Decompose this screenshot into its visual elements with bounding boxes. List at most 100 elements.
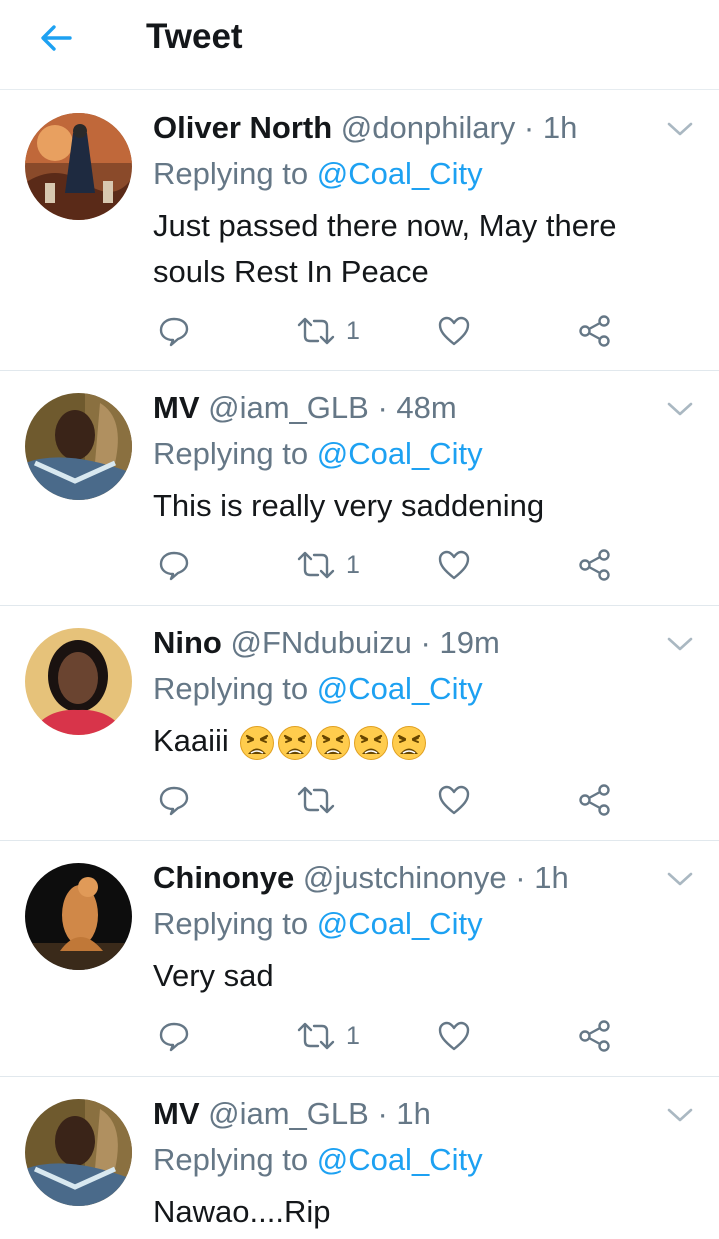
separator-dot: ·: [523, 110, 535, 145]
share-icon: [579, 784, 610, 816]
retweet-button[interactable]: 1: [296, 1016, 360, 1056]
tweet-text: Kaaiii: [153, 718, 693, 764]
mention-link[interactable]: @Coal_City: [317, 436, 483, 471]
display-name[interactable]: MV: [153, 390, 200, 425]
share-button[interactable]: [578, 780, 612, 820]
replying-to-label: Replying to: [153, 156, 309, 191]
weary-face-icon: [278, 725, 313, 760]
retweet-icon: [297, 317, 335, 345]
reply-button[interactable]: [158, 1016, 190, 1056]
reply-icon: [159, 551, 189, 581]
retweet-icon: [297, 551, 335, 579]
like-button[interactable]: [438, 1016, 470, 1056]
reply-icon: [159, 1022, 189, 1052]
separator-dot: ·: [377, 390, 388, 425]
avatar[interactable]: [25, 628, 132, 735]
separator-dot: ·: [515, 860, 526, 895]
share-icon: [579, 1020, 610, 1052]
heart-icon: [438, 316, 470, 346]
avatar[interactable]: [25, 113, 132, 220]
weary-face-icon: [240, 725, 275, 760]
display-name[interactable]: Oliver North: [153, 110, 332, 145]
tweet-text: Just passed there now, May there souls R…: [153, 208, 617, 289]
tweet-text: This is really very saddening: [153, 488, 545, 523]
separator-dot: ·: [420, 625, 431, 660]
share-button[interactable]: [578, 1016, 612, 1056]
replying-to-label: Replying to: [153, 1142, 309, 1177]
avatar[interactable]: [25, 1099, 132, 1206]
page-title: Tweet: [146, 17, 243, 56]
mention-link[interactable]: @Coal_City: [317, 671, 483, 706]
reply-icon: [159, 786, 189, 816]
reply-tweet[interactable]: Oliver North @donphilary · 1h Replying t…: [0, 91, 719, 371]
chevron-down-icon[interactable]: [664, 117, 696, 141]
reply-tweet[interactable]: MV @iam_GLB · 1h Replying to @Coal_City …: [0, 1077, 719, 1239]
timestamp[interactable]: 1h: [543, 110, 577, 145]
tweet-actions: 1: [0, 1016, 719, 1056]
chevron-down-icon[interactable]: [664, 867, 696, 891]
reply-tweet[interactable]: Chinonye @justchinonye · 1h Replying to …: [0, 841, 719, 1077]
chevron-down-icon[interactable]: [664, 1103, 696, 1127]
replying-to: Replying to @Coal_City: [153, 1142, 483, 1178]
chevron-down-icon[interactable]: [664, 632, 696, 656]
timestamp[interactable]: 1h: [396, 1096, 430, 1131]
emoji-row: [229, 723, 428, 760]
mention-link[interactable]: @Coal_City: [317, 906, 483, 941]
user-handle[interactable]: @iam_GLB: [208, 390, 369, 425]
reply-tweet[interactable]: MV @iam_GLB · 48m Replying to @Coal_City…: [0, 371, 719, 606]
tweet-text: Nawao....Rip: [153, 1194, 331, 1229]
timestamp[interactable]: 19m: [439, 625, 499, 660]
tweet-actions: 1: [0, 311, 719, 351]
weary-face-icon: [354, 725, 389, 760]
share-button[interactable]: [578, 311, 612, 351]
tweet-actions: 1: [0, 545, 719, 585]
heart-icon: [438, 785, 470, 815]
weary-face-icon: [392, 725, 427, 760]
avatar[interactable]: [25, 393, 132, 500]
user-handle[interactable]: @justchinonye: [303, 860, 507, 895]
reply-button[interactable]: [158, 545, 190, 585]
tweet-actions: [0, 780, 719, 820]
separator-dot: ·: [377, 1096, 388, 1131]
like-button[interactable]: [438, 780, 470, 820]
back-arrow-icon[interactable]: [36, 18, 76, 58]
tweet-text-body: Kaaiii: [153, 723, 229, 758]
tweet-text: Very sad: [153, 958, 274, 993]
retweet-count: 1: [346, 550, 360, 579]
replying-to-label: Replying to: [153, 906, 309, 941]
heart-icon: [438, 1021, 470, 1051]
display-name[interactable]: MV: [153, 1096, 200, 1131]
like-button[interactable]: [438, 311, 470, 351]
reply-button[interactable]: [158, 311, 190, 351]
reply-button[interactable]: [158, 780, 190, 820]
share-button[interactable]: [578, 545, 612, 585]
retweet-button[interactable]: [296, 780, 346, 820]
retweet-button[interactable]: 1: [296, 311, 360, 351]
timestamp[interactable]: 1h: [534, 860, 568, 895]
replying-to: Replying to @Coal_City: [153, 156, 483, 192]
heart-icon: [438, 550, 470, 580]
avatar[interactable]: [25, 863, 132, 970]
reply-tweet[interactable]: Nino @FNdubuizu · 19m Replying to @Coal_…: [0, 606, 719, 841]
user-handle[interactable]: @FNdubuizu: [231, 625, 412, 660]
display-name[interactable]: Nino: [153, 625, 222, 660]
user-handle[interactable]: @donphilary: [341, 110, 516, 145]
chevron-down-icon[interactable]: [664, 397, 696, 421]
retweet-button[interactable]: 1: [296, 545, 360, 585]
replying-to: Replying to @Coal_City: [153, 671, 483, 707]
mention-link[interactable]: @Coal_City: [317, 1142, 483, 1177]
timestamp[interactable]: 48m: [396, 390, 456, 425]
top-bar: Tweet: [0, 0, 719, 90]
retweet-icon: [297, 786, 335, 814]
mention-link[interactable]: @Coal_City: [317, 156, 483, 191]
display-name[interactable]: Chinonye: [153, 860, 294, 895]
weary-face-icon: [316, 725, 351, 760]
like-button[interactable]: [438, 545, 470, 585]
replying-to-label: Replying to: [153, 671, 309, 706]
replying-to: Replying to @Coal_City: [153, 906, 483, 942]
user-handle[interactable]: @iam_GLB: [208, 1096, 369, 1131]
reply-icon: [159, 317, 189, 347]
retweet-count: 1: [346, 1021, 360, 1050]
retweet-icon: [297, 1022, 335, 1050]
share-icon: [579, 315, 610, 347]
